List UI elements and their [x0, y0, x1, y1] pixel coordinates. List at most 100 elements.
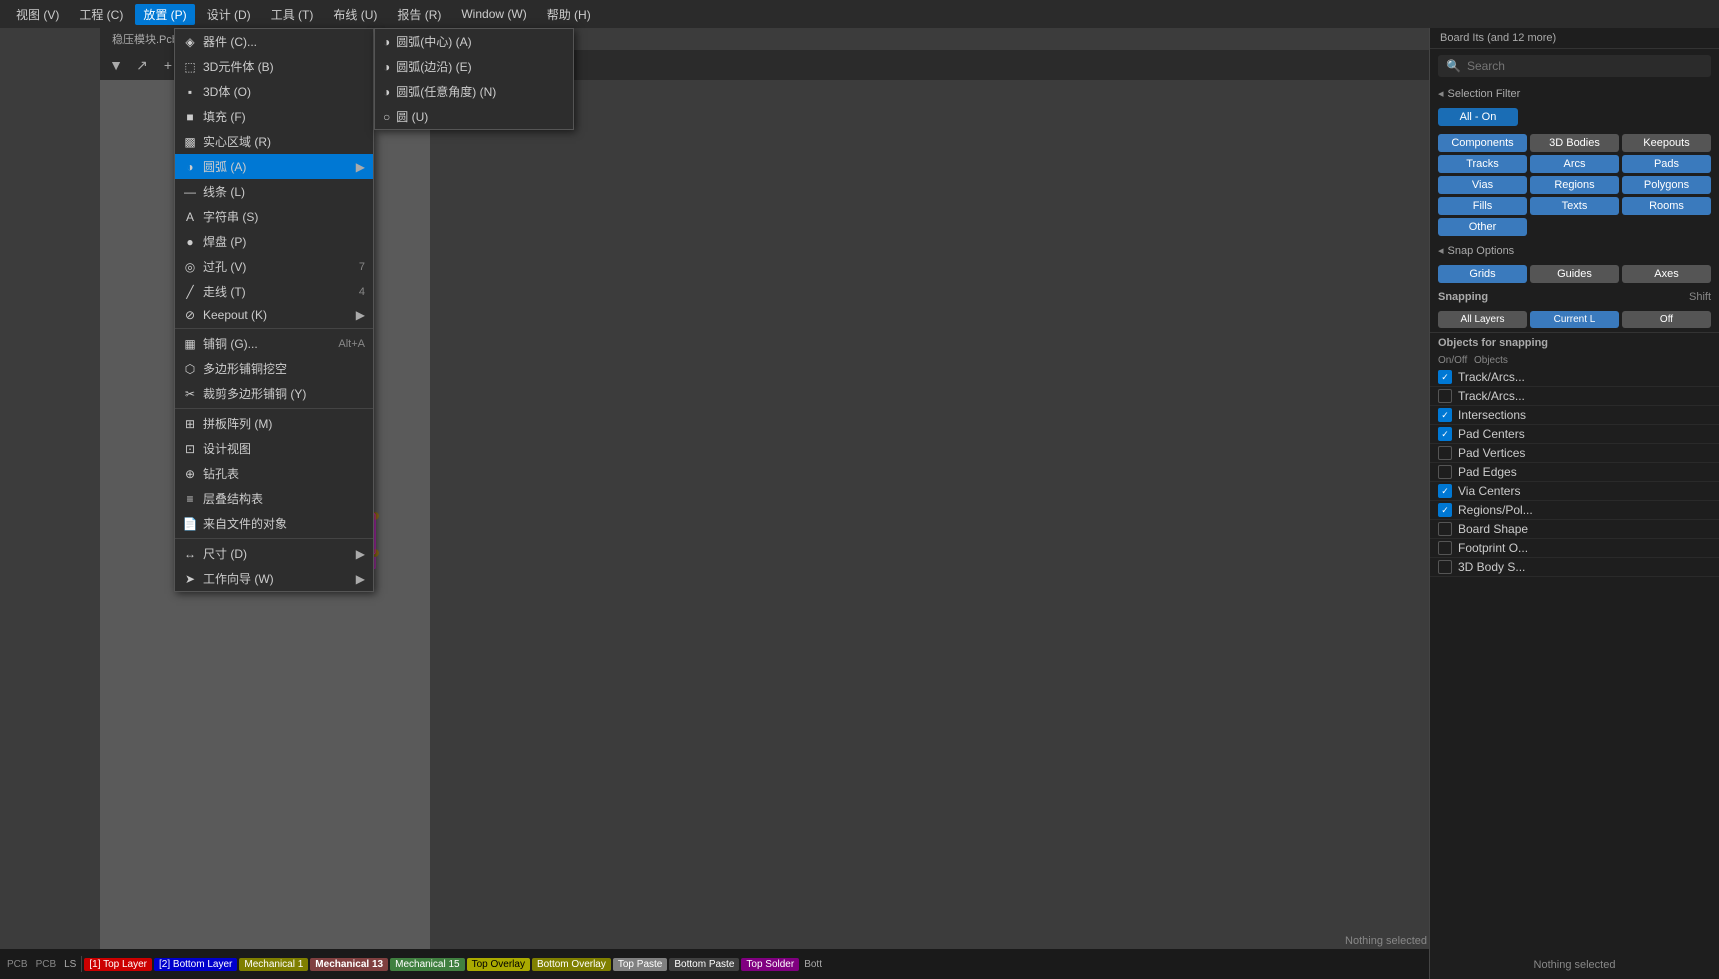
- circle-item[interactable]: ○ 圆 (U): [375, 104, 573, 129]
- menu-from-file[interactable]: 📄 来自文件的对象: [175, 511, 373, 536]
- layer-bot-overlay[interactable]: Bottom Overlay: [532, 958, 611, 971]
- filter-other[interactable]: Other: [1438, 218, 1527, 236]
- snap-row-8: Board Shape: [1430, 520, 1719, 539]
- layer-top-paste[interactable]: Top Paste: [613, 958, 667, 971]
- menu-design-view[interactable]: ⊡ 设计视图: [175, 436, 373, 461]
- pcb-label1: PCB: [4, 959, 31, 970]
- filter-polygons[interactable]: Polygons: [1622, 176, 1711, 194]
- stack-icon: ≡: [183, 492, 197, 506]
- filter-regions[interactable]: Regions: [1530, 176, 1619, 194]
- menu-view[interactable]: 视图 (V): [8, 4, 67, 25]
- menu-pad[interactable]: ● 焊盘 (P): [175, 229, 373, 254]
- menu-array[interactable]: ⊞ 拼板阵列 (M): [175, 411, 373, 436]
- view-icon: ⊡: [183, 442, 197, 456]
- menu-layer-stack[interactable]: ≡ 层叠结构表: [175, 486, 373, 511]
- snap-name-2: Intersections: [1458, 408, 1711, 422]
- all-on-button[interactable]: All - On: [1438, 108, 1518, 126]
- menu-string[interactable]: A 字符串 (S): [175, 204, 373, 229]
- menu-project[interactable]: 工程 (C): [71, 4, 131, 25]
- menu-routing[interactable]: 布线 (U): [325, 4, 385, 25]
- layer-mech15[interactable]: Mechanical 15: [390, 958, 464, 971]
- menu-clip-poly[interactable]: ✂ 裁剪多边形铺铜 (Y): [175, 381, 373, 406]
- snap-row-2: Intersections: [1430, 406, 1719, 425]
- select-tool[interactable]: ↗: [130, 53, 154, 77]
- menu-drill-table[interactable]: ⊕ 钻孔表: [175, 461, 373, 486]
- snap-options-header[interactable]: ◂ Snap Options: [1430, 240, 1719, 261]
- layer-bot-paste[interactable]: Bottom Paste: [669, 958, 739, 971]
- filter-arcs[interactable]: Arcs: [1530, 155, 1619, 173]
- menu-tools[interactable]: 工具 (T): [263, 4, 322, 25]
- menu-dimension[interactable]: ↔ 尺寸 (D) ▶: [175, 541, 373, 566]
- nothing-selected-bar: Nothing selected: [1345, 935, 1427, 947]
- search-bar[interactable]: 🔍: [1438, 55, 1711, 77]
- menu-help[interactable]: 帮助 (H): [539, 4, 599, 25]
- filter-vias[interactable]: Vias: [1438, 176, 1527, 194]
- filter-keepouts[interactable]: Keepouts: [1622, 134, 1711, 152]
- layer-mech13[interactable]: Mechanical 13: [310, 958, 388, 971]
- filter-rooms[interactable]: Rooms: [1622, 197, 1711, 215]
- search-input[interactable]: [1467, 59, 1703, 73]
- selection-filter-label: Selection Filter: [1448, 88, 1521, 100]
- menu-poly-cutout[interactable]: ⬡ 多边形铺铜挖空: [175, 356, 373, 381]
- snap-name-8: Board Shape: [1458, 522, 1711, 536]
- snap-check-8[interactable]: [1438, 522, 1452, 536]
- clip-icon: ✂: [183, 387, 197, 401]
- menu-arc[interactable]: ◑ 圆弧 (A) ▶: [175, 154, 373, 179]
- menu-directive[interactable]: ➤ 工作向导 (W) ▶: [175, 566, 373, 591]
- menu-line[interactable]: — 线条 (L): [175, 179, 373, 204]
- snap-name-9: Footprint O...: [1458, 541, 1711, 555]
- snap-check-6[interactable]: [1438, 484, 1452, 498]
- layer-top-solder[interactable]: Top Solder: [741, 958, 799, 971]
- arc-center-item[interactable]: ◑ 圆弧(中心) (A): [375, 29, 573, 54]
- layer-mech1[interactable]: Mechanical 1: [239, 958, 308, 971]
- filter-texts[interactable]: Texts: [1530, 197, 1619, 215]
- track-icon: ╱: [183, 285, 197, 299]
- snap-check-1[interactable]: [1438, 389, 1452, 403]
- menu-design[interactable]: 设计 (D): [199, 4, 259, 25]
- layer-top[interactable]: [1] Top Layer: [84, 958, 152, 971]
- menu-keepout[interactable]: ⊘ Keepout (K) ▶: [175, 304, 373, 326]
- menu-window[interactable]: Window (W): [453, 5, 534, 23]
- snap-row-4: Pad Vertices: [1430, 444, 1719, 463]
- menu-fill[interactable]: ■ 填充 (F): [175, 104, 373, 129]
- snap-check-4[interactable]: [1438, 446, 1452, 460]
- snap-check-2[interactable]: [1438, 408, 1452, 422]
- filter-tracks[interactable]: Tracks: [1438, 155, 1527, 173]
- snap-guides[interactable]: Guides: [1530, 265, 1619, 283]
- ls-label: LS: [61, 959, 79, 970]
- filter-pads[interactable]: Pads: [1622, 155, 1711, 173]
- chevron-down-icon: ◂: [1438, 87, 1444, 100]
- snap-grids[interactable]: Grids: [1438, 265, 1527, 283]
- menu-track[interactable]: ╱ 走线 (T) 4: [175, 279, 373, 304]
- current-layer-btn[interactable]: Current L: [1530, 311, 1619, 328]
- filter-fills[interactable]: Fills: [1438, 197, 1527, 215]
- arc-edge-item[interactable]: ◑ 圆弧(边沿) (E): [375, 54, 573, 79]
- layer-bottom[interactable]: [2] Bottom Layer: [154, 958, 237, 971]
- filter-components[interactable]: Components: [1438, 134, 1527, 152]
- selection-filter-header[interactable]: ◂ Selection Filter: [1430, 83, 1719, 104]
- arc-any-item[interactable]: ◑ 圆弧(任意角度) (N): [375, 79, 573, 104]
- snap-check-10[interactable]: [1438, 560, 1452, 574]
- snap-check-5[interactable]: [1438, 465, 1452, 479]
- menu-3d-component[interactable]: ⬚ 3D元件体 (B): [175, 54, 373, 79]
- menu-reports[interactable]: 报告 (R): [389, 4, 449, 25]
- off-btn[interactable]: Off: [1622, 311, 1711, 328]
- menu-solid-region[interactable]: ▩ 实心区域 (R): [175, 129, 373, 154]
- snap-check-9[interactable]: [1438, 541, 1452, 555]
- menu-bar: 视图 (V) 工程 (C) 放置 (P) 设计 (D) 工具 (T) 布线 (U…: [0, 0, 1719, 28]
- menu-place[interactable]: 放置 (P): [135, 4, 194, 25]
- snap-axes[interactable]: Axes: [1622, 265, 1711, 283]
- snap-check-7[interactable]: [1438, 503, 1452, 517]
- menu-3d-body[interactable]: ▪ 3D体 (O): [175, 79, 373, 104]
- layer-top-overlay[interactable]: Top Overlay: [467, 958, 530, 971]
- all-layers-btn[interactable]: All Layers: [1438, 311, 1527, 328]
- menu-component[interactable]: ◈ 器件 (C)...: [175, 29, 373, 54]
- snap-check-3[interactable]: [1438, 427, 1452, 441]
- filter-tool[interactable]: ▼: [104, 53, 128, 77]
- snap-check-0[interactable]: [1438, 370, 1452, 384]
- snapping-label: Snapping: [1438, 291, 1488, 303]
- menu-copper[interactable]: ▦ 铺铜 (G)... Alt+A: [175, 331, 373, 356]
- filter-3d-bodies[interactable]: 3D Bodies: [1530, 134, 1619, 152]
- menu-via[interactable]: ◎ 过孔 (V) 7: [175, 254, 373, 279]
- layer-bott[interactable]: Bott: [801, 959, 825, 970]
